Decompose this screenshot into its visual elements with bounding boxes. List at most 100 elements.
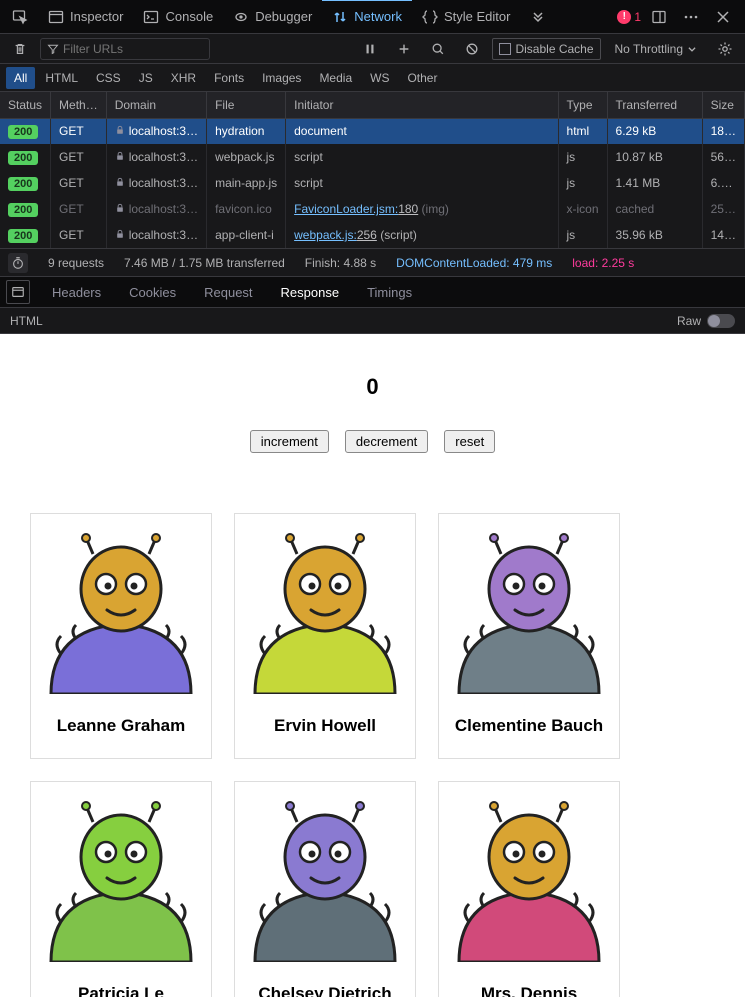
response-body[interactable]: 0 increment decrement reset Leanne Graha… [0, 334, 745, 997]
cell-size: 6.… [702, 170, 744, 196]
tab-label: Console [165, 9, 213, 24]
clear-button[interactable] [6, 35, 34, 63]
detail-tab-cookies[interactable]: Cookies [117, 279, 188, 306]
col-method[interactable]: Meth… [51, 92, 107, 118]
col-transferred[interactable]: Transferred [607, 92, 702, 118]
pause-button[interactable] [356, 35, 384, 63]
meatball-icon [683, 9, 699, 25]
filter-urls-wrap[interactable] [40, 38, 210, 60]
filter-urls-input[interactable] [63, 42, 203, 56]
col-initiator[interactable]: Initiator [286, 92, 558, 118]
error-count-badge[interactable]: ! 1 [617, 10, 641, 24]
network-icon [332, 9, 348, 25]
close-button[interactable] [709, 3, 737, 31]
cell-size: 18… [702, 118, 744, 144]
cell-type: x-icon [558, 196, 607, 222]
cell-initiator: FaviconLoader.jsm:180 (img) [286, 196, 558, 222]
filter-fonts[interactable]: Fonts [206, 67, 252, 89]
counter-value: 0 [30, 374, 715, 400]
toggle-details-button[interactable] [6, 280, 30, 304]
status-badge: 200 [8, 151, 38, 165]
user-card[interactable]: Patricia Le [30, 781, 212, 997]
col-size[interactable]: Size [702, 92, 744, 118]
filter-html[interactable]: HTML [37, 67, 86, 89]
user-card[interactable]: Clementine Bauch [438, 513, 620, 759]
detail-tab-timings[interactable]: Timings [355, 279, 424, 306]
cell-domain: localhost:3… [106, 144, 206, 170]
block-button[interactable] [458, 35, 486, 63]
load-time: load: 2.25 s [572, 256, 634, 270]
increment-button[interactable]: increment [250, 430, 329, 453]
lock-icon [115, 202, 125, 216]
filter-media[interactable]: Media [311, 67, 360, 89]
col-file[interactable]: File [207, 92, 286, 118]
col-domain[interactable]: Domain [106, 92, 206, 118]
disable-cache-toggle[interactable]: Disable Cache [492, 38, 600, 60]
col-type[interactable]: Type [558, 92, 607, 118]
status-badge: 200 [8, 177, 38, 191]
table-row[interactable]: 200GETlocalhost:3…webpack.jsscriptjs10.8… [0, 144, 745, 170]
cell-domain: localhost:3… [106, 196, 206, 222]
dock-button[interactable] [645, 3, 673, 31]
tab-debugger[interactable]: Debugger [223, 0, 322, 34]
table-row[interactable]: 200GETlocalhost:3…main-app.jsscriptjs1.4… [0, 170, 745, 196]
user-name: Leanne Graham [31, 694, 211, 758]
table-row[interactable]: 200GETlocalhost:3…hydrationdocumenthtml6… [0, 118, 745, 144]
throttling-select[interactable]: No Throttling [607, 42, 705, 56]
tab-network[interactable]: Network [322, 0, 412, 33]
cell-type: js [558, 144, 607, 170]
lock-icon [115, 176, 125, 190]
user-name: Mrs. Dennis [439, 962, 619, 997]
col-status[interactable]: Status [0, 92, 51, 118]
user-card[interactable]: Leanne Graham [30, 513, 212, 759]
filter-all[interactable]: All [6, 67, 35, 89]
filter-other[interactable]: Other [399, 67, 445, 89]
tab-label: Debugger [255, 9, 312, 24]
decrement-button[interactable]: decrement [345, 430, 428, 453]
user-name: Chelsey Dietrich [235, 962, 415, 997]
avatar [235, 514, 415, 694]
cell-size: 56… [702, 144, 744, 170]
user-card[interactable]: Mrs. Dennis [438, 781, 620, 997]
lock-icon [115, 124, 125, 138]
cell-transferred: 1.41 MB [607, 170, 702, 196]
toggle-track [707, 314, 735, 328]
add-button[interactable] [390, 35, 418, 63]
cell-method: GET [51, 222, 107, 248]
tab-console[interactable]: Console [133, 0, 223, 34]
filter-xhr[interactable]: XHR [163, 67, 204, 89]
cell-method: GET [51, 196, 107, 222]
gear-icon [717, 41, 733, 57]
filter-js[interactable]: JS [131, 67, 161, 89]
table-row[interactable]: 200GETlocalhost:3…favicon.icoFaviconLoad… [0, 196, 745, 222]
filter-css[interactable]: CSS [88, 67, 129, 89]
clock-icon [11, 256, 25, 270]
filter-images[interactable]: Images [254, 67, 309, 89]
tab-label: Network [354, 9, 402, 24]
tab-inspector[interactable]: Inspector [38, 0, 133, 34]
table-row[interactable]: 200GETlocalhost:3…app-client-iwebpack.js… [0, 222, 745, 248]
transferred-size: 7.46 MB / 1.75 MB transferred [124, 256, 285, 270]
user-card[interactable]: Ervin Howell [234, 513, 416, 759]
tab-styleeditor[interactable]: Style Editor [412, 0, 520, 34]
pause-icon [363, 42, 377, 56]
detail-tab-response[interactable]: Response [269, 279, 352, 306]
tab-picker[interactable] [2, 0, 38, 34]
reset-button[interactable]: reset [444, 430, 495, 453]
detail-tab-headers[interactable]: Headers [40, 279, 113, 306]
settings-button[interactable] [711, 35, 739, 63]
user-card[interactable]: Chelsey Dietrich [234, 781, 416, 997]
filter-ws[interactable]: WS [362, 67, 397, 89]
raw-toggle[interactable]: Raw [677, 314, 735, 328]
disable-cache-label: Disable Cache [515, 42, 593, 56]
initiator-link[interactable]: FaviconLoader.jsm: [294, 202, 398, 216]
initiator-link[interactable]: webpack.js: [294, 228, 357, 242]
styleeditor-icon [422, 9, 438, 25]
search-button[interactable] [424, 35, 452, 63]
avatar [31, 782, 211, 962]
meatball-button[interactable] [677, 3, 705, 31]
close-icon [715, 9, 731, 25]
tab-overflow[interactable] [520, 0, 556, 34]
perf-button[interactable] [8, 253, 28, 273]
detail-tab-request[interactable]: Request [192, 279, 264, 306]
